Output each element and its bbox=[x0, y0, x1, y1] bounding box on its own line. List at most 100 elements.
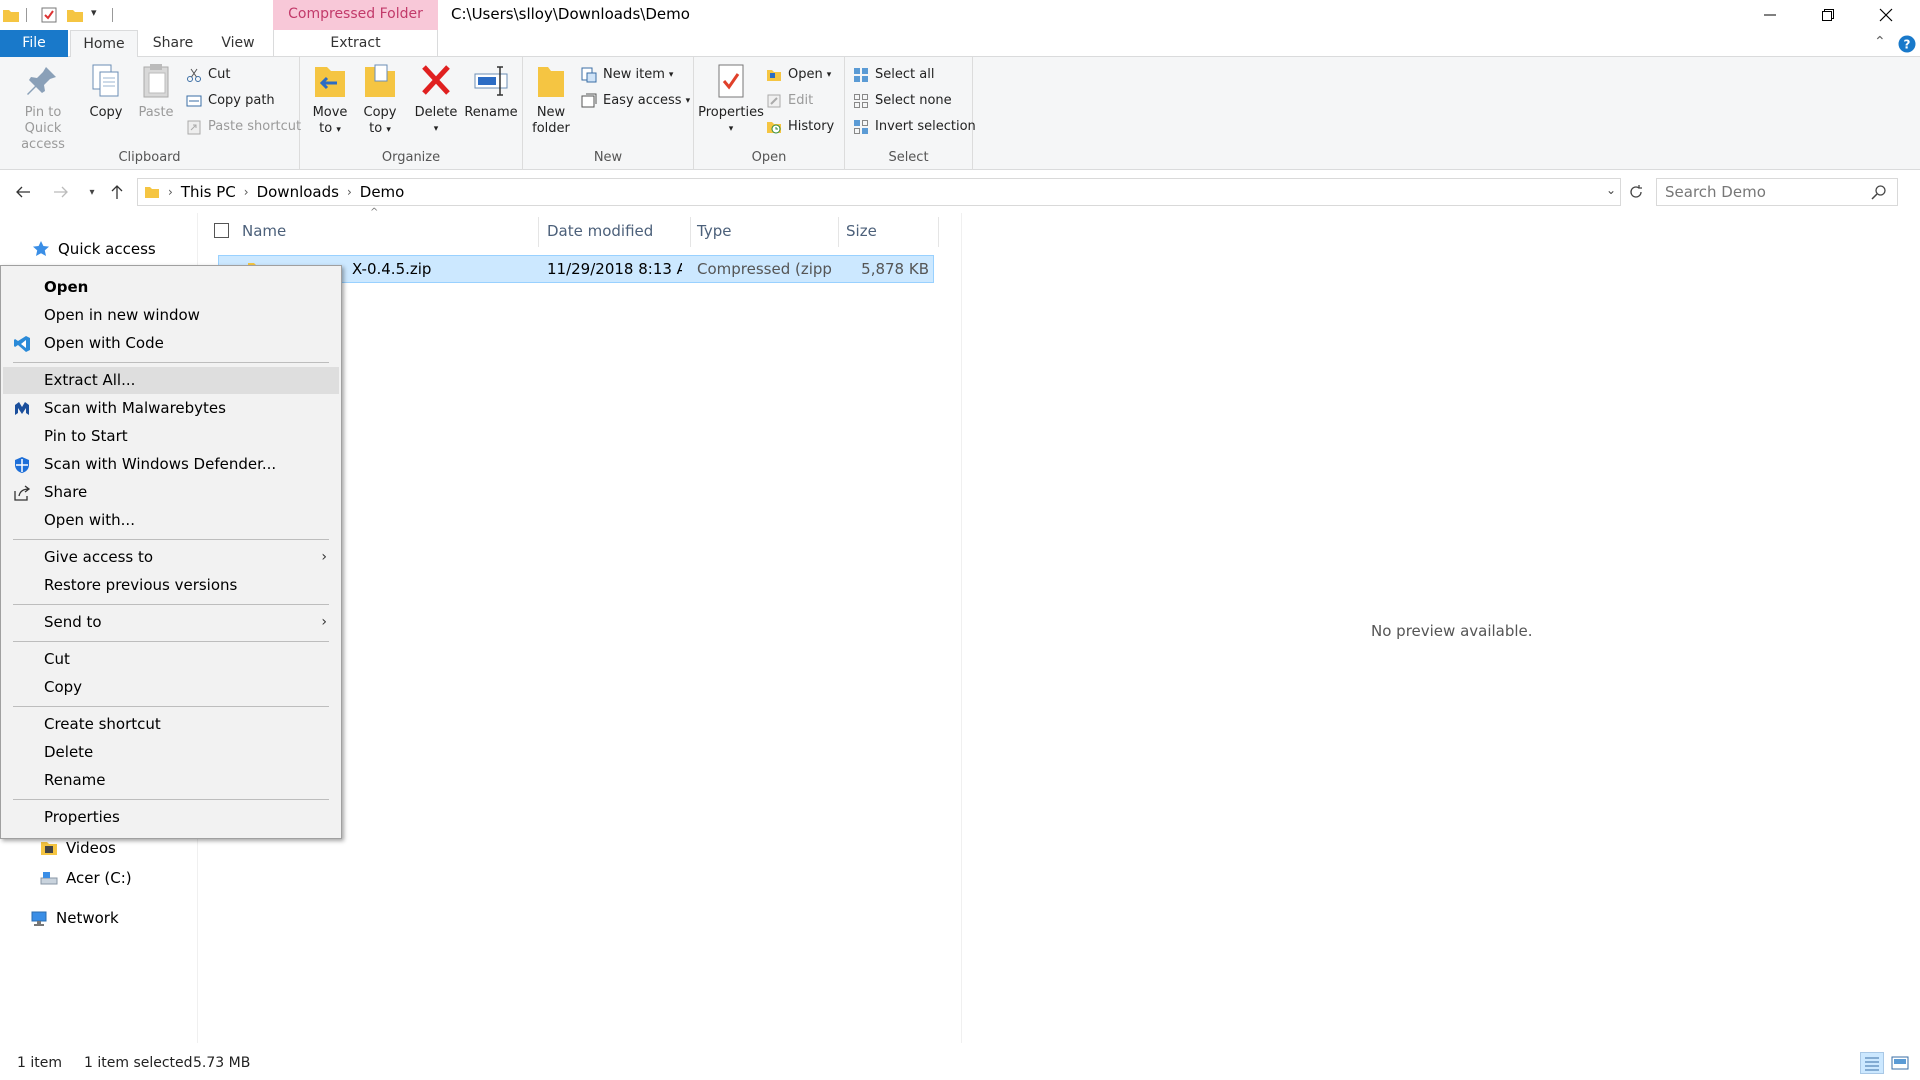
invert-selection-button[interactable]: Invert selection bbox=[853, 117, 976, 137]
column-type[interactable]: Type bbox=[697, 222, 731, 240]
paste-shortcut-button[interactable]: Paste shortcut bbox=[186, 117, 301, 137]
address-bar[interactable]: › This PC › Downloads › Demo ⌄ bbox=[137, 178, 1621, 206]
search-icon[interactable] bbox=[1871, 184, 1887, 200]
tab-home[interactable]: Home bbox=[70, 30, 138, 58]
menu-item-scan-defender[interactable]: Scan with Windows Defender... bbox=[3, 451, 339, 478]
new-folder-button[interactable]: New folder bbox=[529, 61, 573, 137]
menu-item-share[interactable]: Share bbox=[3, 479, 339, 506]
copy-path-button[interactable]: Copy path bbox=[186, 91, 275, 111]
history-button[interactable]: History bbox=[766, 117, 834, 137]
column-size[interactable]: Size bbox=[846, 222, 877, 240]
breadcrumb-downloads[interactable]: Downloads bbox=[251, 183, 345, 201]
copy-icon bbox=[92, 64, 119, 97]
details-view-button[interactable] bbox=[1860, 1052, 1884, 1074]
nav-acer-drive[interactable]: Acer (C:) bbox=[40, 869, 132, 887]
delete-icon bbox=[422, 65, 450, 95]
menu-item-scan-malwarebytes-label: Scan with Malwarebytes bbox=[44, 399, 226, 417]
rename-button[interactable]: Rename bbox=[464, 61, 518, 121]
tab-share[interactable]: Share bbox=[140, 30, 206, 57]
delete-dropdown-icon[interactable]: ▾ bbox=[414, 121, 458, 137]
chevron-right-icon: › bbox=[321, 614, 327, 630]
easy-access-button[interactable]: Easy access ▾ bbox=[581, 91, 690, 111]
column-divider[interactable] bbox=[690, 217, 691, 247]
nav-quick-access[interactable]: Quick access bbox=[32, 240, 156, 258]
menu-item-open-label: Open bbox=[44, 278, 89, 296]
context-menu: Open Open in new window Open with Code E… bbox=[0, 265, 342, 839]
new-item-button[interactable]: New item ▾ bbox=[581, 65, 673, 85]
properties-dropdown-icon[interactable]: ▾ bbox=[698, 121, 764, 137]
search-box[interactable] bbox=[1656, 178, 1898, 206]
close-button[interactable] bbox=[1858, 0, 1914, 30]
delete-button[interactable]: Delete ▾ bbox=[414, 61, 458, 137]
tab-file[interactable]: File bbox=[0, 30, 68, 57]
paste-button[interactable]: Paste bbox=[134, 61, 178, 121]
select-all-button[interactable]: Select all bbox=[853, 65, 934, 85]
properties-button[interactable]: Properties ▾ bbox=[698, 61, 764, 137]
select-none-button[interactable]: Select none bbox=[853, 91, 952, 111]
new-folder-quick-icon[interactable] bbox=[66, 6, 84, 24]
edit-button[interactable]: Edit bbox=[766, 91, 813, 111]
customize-qat-icon[interactable]: ▾ bbox=[91, 6, 97, 19]
column-name[interactable]: Name bbox=[242, 222, 286, 240]
menu-item-extract-all-label: Extract All... bbox=[44, 371, 136, 389]
menu-item-give-access[interactable]: Give access to › bbox=[3, 544, 339, 571]
copy-button[interactable]: Copy bbox=[84, 61, 128, 121]
back-button[interactable] bbox=[12, 181, 34, 203]
pin-to-quick-access-button[interactable]: Pin to Quick access bbox=[6, 61, 80, 153]
chevron-right-icon[interactable]: › bbox=[345, 185, 354, 199]
chevron-right-icon[interactable]: › bbox=[242, 185, 251, 199]
menu-item-pin-to-start[interactable]: Pin to Start bbox=[3, 423, 339, 450]
pin-icon bbox=[27, 67, 56, 95]
menu-item-open-new-window[interactable]: Open in new window bbox=[3, 302, 339, 329]
tab-view[interactable]: View bbox=[208, 30, 268, 57]
menu-item-open-with-code[interactable]: Open with Code bbox=[3, 330, 339, 357]
breadcrumb-this-pc[interactable]: This PC bbox=[175, 183, 242, 201]
menu-item-send-to[interactable]: Send to › bbox=[3, 609, 339, 636]
help-icon[interactable]: ? bbox=[1898, 35, 1916, 53]
copy-to-button[interactable]: Copy to ▾ bbox=[358, 61, 402, 138]
menu-item-delete[interactable]: Delete bbox=[3, 739, 339, 766]
column-divider[interactable] bbox=[838, 217, 839, 247]
nav-videos-label: Videos bbox=[66, 839, 116, 857]
collapse-ribbon-icon[interactable]: ⌃ bbox=[1874, 34, 1886, 50]
address-dropdown-icon[interactable]: ⌄ bbox=[1606, 183, 1616, 197]
menu-item-create-shortcut[interactable]: Create shortcut bbox=[3, 711, 339, 738]
tab-extract[interactable]: Extract bbox=[273, 30, 438, 57]
menu-item-copy[interactable]: Copy bbox=[3, 674, 339, 701]
menu-item-cut[interactable]: Cut bbox=[3, 646, 339, 673]
properties-quick-icon[interactable] bbox=[40, 6, 58, 24]
menu-item-open-with[interactable]: Open with... bbox=[3, 507, 339, 534]
breadcrumb-demo[interactable]: Demo bbox=[354, 183, 411, 201]
menu-item-rename[interactable]: Rename bbox=[3, 767, 339, 794]
column-date-modified[interactable]: Date modified bbox=[547, 222, 653, 240]
menu-item-restore-versions[interactable]: Restore previous versions bbox=[3, 572, 339, 599]
menu-item-open[interactable]: Open bbox=[3, 274, 339, 301]
large-icons-view-button[interactable] bbox=[1888, 1052, 1912, 1074]
chevron-right-icon[interactable]: › bbox=[166, 185, 175, 199]
new-item-icon bbox=[581, 67, 597, 83]
cut-button[interactable]: Cut bbox=[186, 65, 230, 85]
search-input[interactable] bbox=[1665, 183, 1870, 201]
menu-item-extract-all[interactable]: Extract All... bbox=[3, 367, 339, 394]
column-divider[interactable] bbox=[538, 217, 539, 247]
restore-button[interactable] bbox=[1800, 0, 1856, 30]
open-button[interactable]: Open ▾ bbox=[766, 65, 831, 85]
refresh-button[interactable] bbox=[1624, 181, 1648, 203]
chevron-down-icon: ▾ bbox=[89, 186, 95, 198]
forward-button[interactable] bbox=[50, 181, 72, 203]
select-all-checkbox[interactable] bbox=[214, 223, 229, 238]
up-button[interactable] bbox=[106, 181, 128, 203]
column-divider[interactable] bbox=[938, 217, 939, 247]
nav-network[interactable]: Network bbox=[30, 909, 119, 927]
recent-locations-button[interactable]: ▾ bbox=[81, 181, 103, 203]
copy-path-icon bbox=[186, 95, 202, 107]
forward-arrow-icon bbox=[54, 186, 68, 198]
minimize-button[interactable] bbox=[1742, 0, 1798, 30]
history-icon bbox=[767, 122, 781, 134]
menu-item-properties[interactable]: Properties bbox=[3, 804, 339, 831]
file-size: 5,878 KB bbox=[861, 260, 929, 278]
menu-item-scan-malwarebytes[interactable]: Scan with Malwarebytes bbox=[3, 395, 339, 422]
file-type: Compressed (zipp... bbox=[697, 260, 832, 278]
move-to-button[interactable]: Move to ▾ bbox=[310, 61, 350, 138]
nav-videos[interactable]: Videos bbox=[40, 839, 116, 857]
